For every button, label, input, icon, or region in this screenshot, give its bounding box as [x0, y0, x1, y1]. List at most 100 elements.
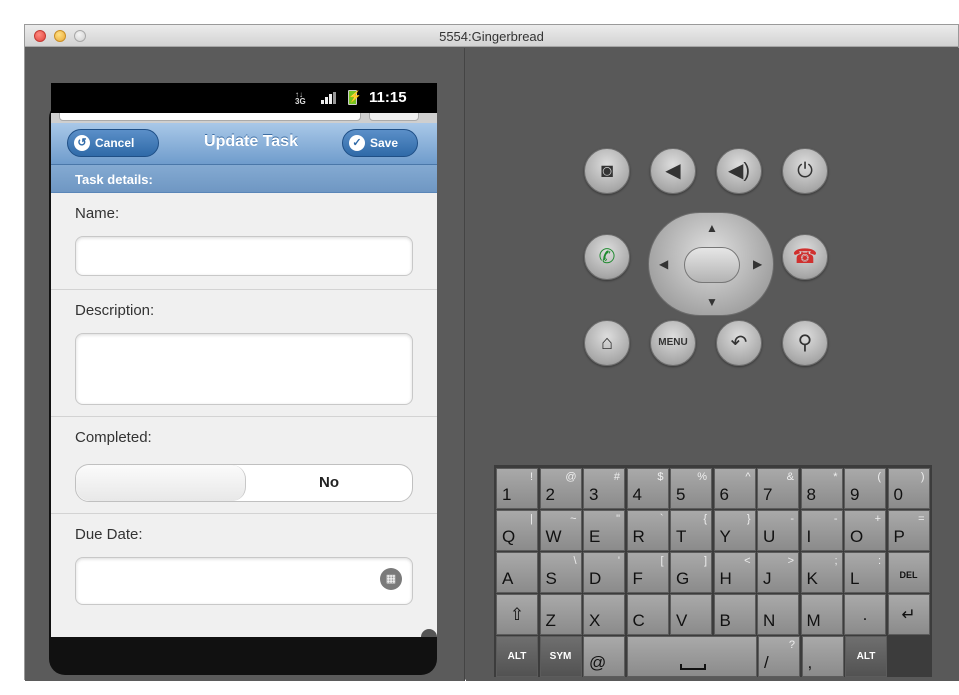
key-b[interactable]: B [713, 594, 756, 635]
camera-icon[interactable]: ◙ [584, 148, 630, 194]
key-x[interactable]: X [583, 594, 625, 635]
key-7[interactable]: 7 & [757, 468, 799, 509]
key-8[interactable]: 8 * [800, 468, 843, 509]
key-c[interactable]: C [626, 594, 669, 635]
due-date-input[interactable]: ▦ [75, 557, 413, 605]
date-picker-icon[interactable]: ▦ [380, 568, 402, 590]
key-period[interactable]: . [844, 594, 886, 635]
key-shift[interactable]: ⇧ [496, 594, 538, 635]
key-label: Y [719, 527, 731, 546]
key-label: 3 [589, 485, 599, 504]
completed-toggle[interactable]: No [75, 464, 413, 502]
key-y[interactable]: Y} [713, 510, 756, 551]
key-h[interactable]: H < [713, 552, 756, 593]
key-2[interactable]: 2 @ [539, 468, 582, 509]
key-label: R [632, 527, 645, 546]
key-z[interactable]: Z [539, 594, 582, 635]
key-a[interactable]: A [496, 552, 538, 593]
dpad-down-icon[interactable]: ▼ [706, 295, 718, 309]
phone-screen: ↑↓3G 11:15 ↺ Cancel Update Task ✓ Save T… [51, 83, 437, 637]
back-icon[interactable]: ↶ [716, 320, 762, 366]
toggle-value: No [319, 474, 339, 491]
dpad-left-icon[interactable]: ◀ [659, 257, 668, 271]
volume-up-icon[interactable]: ◀) [716, 148, 762, 194]
key-v[interactable]: V [670, 594, 712, 635]
controls-pane: ◙ ◀ ◀) ⏻ ✆ ▲ ▼ ◀ ▶ ☎ ⌂ MENU ↶ ⚲ 1! 2 @3 #4 $… [466, 48, 959, 681]
key-label: N [763, 611, 776, 630]
key-alt-label: & [786, 471, 794, 483]
key-s[interactable]: S \ [539, 552, 582, 593]
key-space[interactable] [626, 636, 757, 677]
key-p[interactable]: P = [887, 510, 930, 551]
dpad-center-button[interactable] [684, 247, 740, 283]
key-5[interactable]: 5% [670, 468, 712, 509]
keyboard: 1! 2 @3 #4 $5% 6 ^ 7 & 8 * 9(0) Q | W ~ E " R ` T{Y} U - I - O + P =… [494, 465, 932, 677]
key-0[interactable]: 0) [887, 468, 930, 509]
key-label: S [545, 569, 557, 588]
key-n[interactable]: N [757, 594, 799, 635]
key-f[interactable]: F[ [626, 552, 669, 593]
name-field-group: Name: [51, 193, 437, 290]
key-g[interactable]: G] [670, 552, 712, 593]
name-label: Name: [75, 205, 120, 222]
key-e[interactable]: E " [583, 510, 625, 551]
completed-label: Completed: [75, 429, 152, 446]
key-6[interactable]: 6 ^ [713, 468, 756, 509]
call-icon[interactable]: ✆ [584, 234, 630, 280]
key-alt-label: * [833, 471, 838, 483]
key-q[interactable]: Q | [496, 510, 538, 551]
due-date-label: Due Date: [75, 526, 143, 543]
key-j[interactable]: J > [757, 552, 799, 593]
key-r[interactable]: R ` [626, 510, 669, 551]
key-l[interactable]: L: [844, 552, 886, 593]
key-sym[interactable]: SYM [539, 636, 582, 677]
menu-button[interactable]: MENU [650, 320, 696, 366]
key-9[interactable]: 9( [844, 468, 886, 509]
toggle-thumb[interactable] [76, 465, 246, 501]
key-4[interactable]: 4 $ [626, 468, 669, 509]
dpad-right-icon[interactable]: ▶ [753, 257, 762, 271]
key-label: @ [589, 653, 607, 672]
key-alt-label: ) [920, 471, 925, 483]
key-3[interactable]: 3 # [583, 468, 625, 509]
key-w[interactable]: W ~ [539, 510, 582, 551]
key-comma[interactable]: , [801, 636, 844, 677]
home-icon[interactable]: ⌂ [584, 320, 630, 366]
power-icon[interactable]: ⏻ [782, 148, 828, 194]
key-alt-label: { [703, 513, 707, 525]
key-alt-label: ; [834, 555, 838, 567]
key-m[interactable]: M [800, 594, 843, 635]
key-o[interactable]: O + [844, 510, 886, 551]
key-label: , [807, 653, 813, 672]
key-alt-label: ] [703, 555, 707, 567]
dpad-up-icon[interactable]: ▲ [706, 221, 718, 235]
key-t[interactable]: T{ [670, 510, 712, 551]
key-label: J [763, 569, 772, 588]
cancel-button[interactable]: ↺ Cancel [67, 129, 159, 157]
key-u[interactable]: U- [757, 510, 799, 551]
key-alt-right[interactable]: ALT [845, 636, 887, 677]
key-alt-left[interactable]: ALT [496, 636, 538, 677]
key-alt-label: } [746, 513, 751, 525]
key-label: E [589, 527, 601, 546]
key-at[interactable]: @ [583, 636, 625, 677]
description-textarea[interactable] [75, 333, 413, 405]
name-input[interactable] [75, 236, 413, 276]
key-slash[interactable]: /? [758, 636, 800, 677]
key-label: T [676, 527, 687, 546]
key-label: . [862, 605, 868, 624]
save-button[interactable]: ✓ Save [342, 129, 418, 157]
volume-down-icon[interactable]: ◀ [650, 148, 696, 194]
key-d[interactable]: D ' [583, 552, 625, 593]
key-i[interactable]: I- [800, 510, 843, 551]
key-alt-label: [ [660, 555, 664, 567]
key-enter[interactable]: ↵ [887, 594, 930, 635]
key-k[interactable]: K; [800, 552, 843, 593]
end-call-icon[interactable]: ☎ [782, 234, 828, 280]
key-alt-label: \ [573, 555, 577, 567]
key-1[interactable]: 1! [496, 468, 538, 509]
search-icon[interactable]: ⚲ [782, 320, 828, 366]
key-delete[interactable]: DEL [887, 552, 930, 593]
key-alt-label: : [877, 555, 881, 567]
page-title: Update Task [204, 133, 298, 150]
